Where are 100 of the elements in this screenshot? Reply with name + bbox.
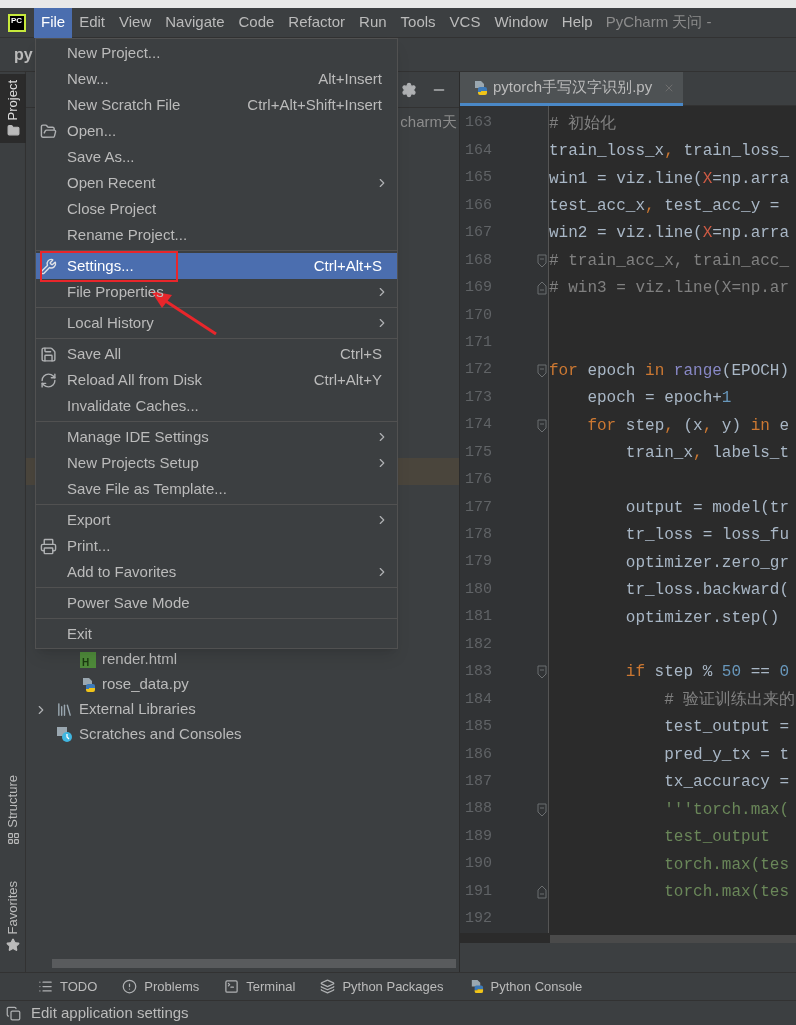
menu-entry[interactable]: Save As... bbox=[36, 144, 397, 170]
code-line: tr_loss.backward( bbox=[624, 580, 790, 602]
code-line: optimizer.zero_gr bbox=[624, 552, 790, 574]
menu-entry[interactable]: New Projects Setup bbox=[36, 450, 397, 476]
tool-window-button[interactable]: Problems bbox=[122, 976, 200, 997]
menu-entry[interactable]: Manage IDE Settings bbox=[36, 424, 397, 450]
code-line: pred_y_tx = t bbox=[663, 744, 790, 766]
code-line: optimizer.step() bbox=[624, 607, 780, 629]
menu-item[interactable]: Help bbox=[554, 7, 600, 38]
code-line: epoch = epoch+1 bbox=[586, 388, 732, 410]
code-line: for step, (x, y) in e bbox=[586, 415, 790, 437]
menu-entry[interactable]: Open... bbox=[36, 118, 397, 144]
code-line: # 验证训练出来的 bbox=[663, 689, 796, 711]
menu-entry[interactable]: Power Save Mode bbox=[36, 590, 397, 616]
reload-icon bbox=[40, 371, 57, 389]
folder-icon bbox=[40, 122, 57, 140]
app-logo: PC bbox=[8, 13, 26, 32]
editor-tab[interactable]: pytorch手写汉字识别.py bbox=[460, 72, 684, 106]
python-file-icon bbox=[80, 676, 96, 693]
tool-window-tab[interactable]: Favorites bbox=[0, 874, 26, 958]
status-message: Edit application settings bbox=[31, 1002, 189, 1023]
menu-entry[interactable]: Save File as Template... bbox=[36, 476, 397, 502]
menu-item[interactable]: Refactor bbox=[281, 7, 353, 38]
status-icon[interactable] bbox=[6, 1005, 21, 1021]
code-line: tr_loss = loss_fu bbox=[624, 525, 790, 547]
library-icon bbox=[56, 701, 73, 718]
tool-window-tab[interactable]: Project bbox=[0, 74, 26, 144]
code-line: win1 = viz.line(X=np.arra bbox=[549, 168, 790, 190]
code-line: test_output = bbox=[663, 717, 790, 739]
code-line: test_output bbox=[663, 827, 770, 849]
menu-entry[interactable]: Exit bbox=[36, 621, 397, 647]
menu-item[interactable]: Run bbox=[352, 7, 394, 38]
warning-icon bbox=[122, 979, 138, 994]
code-line: output = model(tr bbox=[624, 497, 790, 519]
tree-item[interactable]: rose_data.py bbox=[102, 673, 189, 696]
menu-entry[interactable]: Print... bbox=[36, 533, 397, 559]
code-line: # win3 = viz.line(X=np.ar bbox=[549, 278, 790, 300]
python-file-icon bbox=[472, 79, 488, 96]
menu-entry[interactable]: Open Recent bbox=[36, 170, 397, 196]
structure-icon bbox=[6, 831, 20, 845]
menu-item[interactable]: Edit bbox=[72, 7, 113, 38]
menu-item[interactable]: VCS bbox=[442, 7, 488, 38]
menu-entry[interactable]: Close Project bbox=[36, 196, 397, 222]
menu-item[interactable]: View bbox=[112, 7, 159, 38]
menu-entry[interactable]: Settings... Ctrl+Alt+S bbox=[36, 253, 397, 279]
menu-item[interactable]: Tools bbox=[393, 7, 443, 38]
star-icon bbox=[6, 938, 20, 952]
fold-marker-icon[interactable] bbox=[536, 802, 547, 817]
menu-entry[interactable]: New Project... bbox=[36, 40, 397, 66]
menu-entry[interactable]: File Properties bbox=[36, 279, 397, 305]
save-icon bbox=[40, 345, 57, 363]
menu-entry[interactable]: New Scratch File Ctrl+Alt+Shift+Insert bbox=[36, 92, 397, 118]
menu-item[interactable]: Navigate bbox=[158, 7, 232, 38]
code-line: tx_accuracy = bbox=[663, 772, 790, 794]
scratches-icon bbox=[56, 726, 73, 743]
menu-entry[interactable]: Export bbox=[36, 507, 397, 533]
project-breadcrumb[interactable]: py bbox=[14, 42, 33, 67]
folder-icon bbox=[6, 124, 20, 138]
menu-entry[interactable]: Reload All from Disk Ctrl+Alt+Y bbox=[36, 367, 397, 393]
code-line: # 初始化 bbox=[549, 113, 617, 135]
fold-marker-icon[interactable] bbox=[536, 281, 547, 296]
code-line: torch.max(tes bbox=[663, 854, 790, 876]
menu-entry[interactable]: Invalidate Caches... bbox=[36, 393, 397, 419]
code-line: # train_acc_x, train_acc_ bbox=[549, 250, 790, 272]
terminal-icon bbox=[224, 979, 240, 994]
horizontal-scrollbar[interactable] bbox=[52, 959, 456, 968]
tool-window-tab[interactable]: Structure bbox=[0, 768, 26, 851]
project-path: charm天 bbox=[400, 111, 457, 132]
menu-item[interactable]: Window bbox=[487, 7, 555, 38]
fold-marker-icon[interactable] bbox=[536, 363, 547, 378]
menu-item[interactable]: Code bbox=[231, 7, 282, 38]
tree-item[interactable]: render.html bbox=[102, 648, 178, 671]
menu-entry[interactable]: New... Alt+Insert bbox=[36, 66, 397, 92]
code-line: train_loss_x, train_loss_ bbox=[549, 141, 790, 163]
menu-entry[interactable]: Rename Project... bbox=[36, 222, 397, 248]
tool-window-button[interactable]: Terminal bbox=[224, 976, 296, 997]
code-line: win2 = viz.line(X=np.arra bbox=[549, 223, 790, 245]
settings-icon[interactable] bbox=[401, 81, 417, 98]
editor-scrollbar[interactable] bbox=[550, 935, 796, 944]
menu-entry[interactable]: Add to Favorites bbox=[36, 559, 397, 585]
menu-entry[interactable]: Local History bbox=[36, 310, 397, 336]
menu-item[interactable]: File bbox=[34, 7, 73, 38]
tool-window-button[interactable]: Python Console bbox=[468, 976, 583, 997]
printer-icon bbox=[40, 537, 57, 555]
fold-marker-icon[interactable] bbox=[536, 884, 547, 899]
tool-window-button[interactable]: TODO bbox=[38, 976, 98, 997]
fold-marker-icon[interactable] bbox=[536, 665, 547, 680]
code-line: test_acc_x, test_acc_y = bbox=[549, 196, 780, 218]
wrench-icon bbox=[40, 257, 57, 275]
tree-item[interactable]: External Libraries bbox=[79, 698, 196, 721]
tool-window-button[interactable]: Python Packages bbox=[320, 976, 444, 997]
list-icon bbox=[38, 979, 53, 994]
fold-marker-icon[interactable] bbox=[536, 253, 547, 268]
code-line: if step % 50 == 0 bbox=[624, 662, 790, 684]
code-line: for epoch in range(EPOCH) bbox=[549, 360, 790, 382]
fold-marker-icon[interactable] bbox=[536, 418, 547, 433]
html-file-icon: H bbox=[80, 651, 96, 668]
menu-entry[interactable]: Save All Ctrl+S bbox=[36, 341, 397, 367]
code-line: torch.max(tes bbox=[663, 881, 790, 903]
tree-item[interactable]: Scratches and Consoles bbox=[79, 723, 242, 746]
